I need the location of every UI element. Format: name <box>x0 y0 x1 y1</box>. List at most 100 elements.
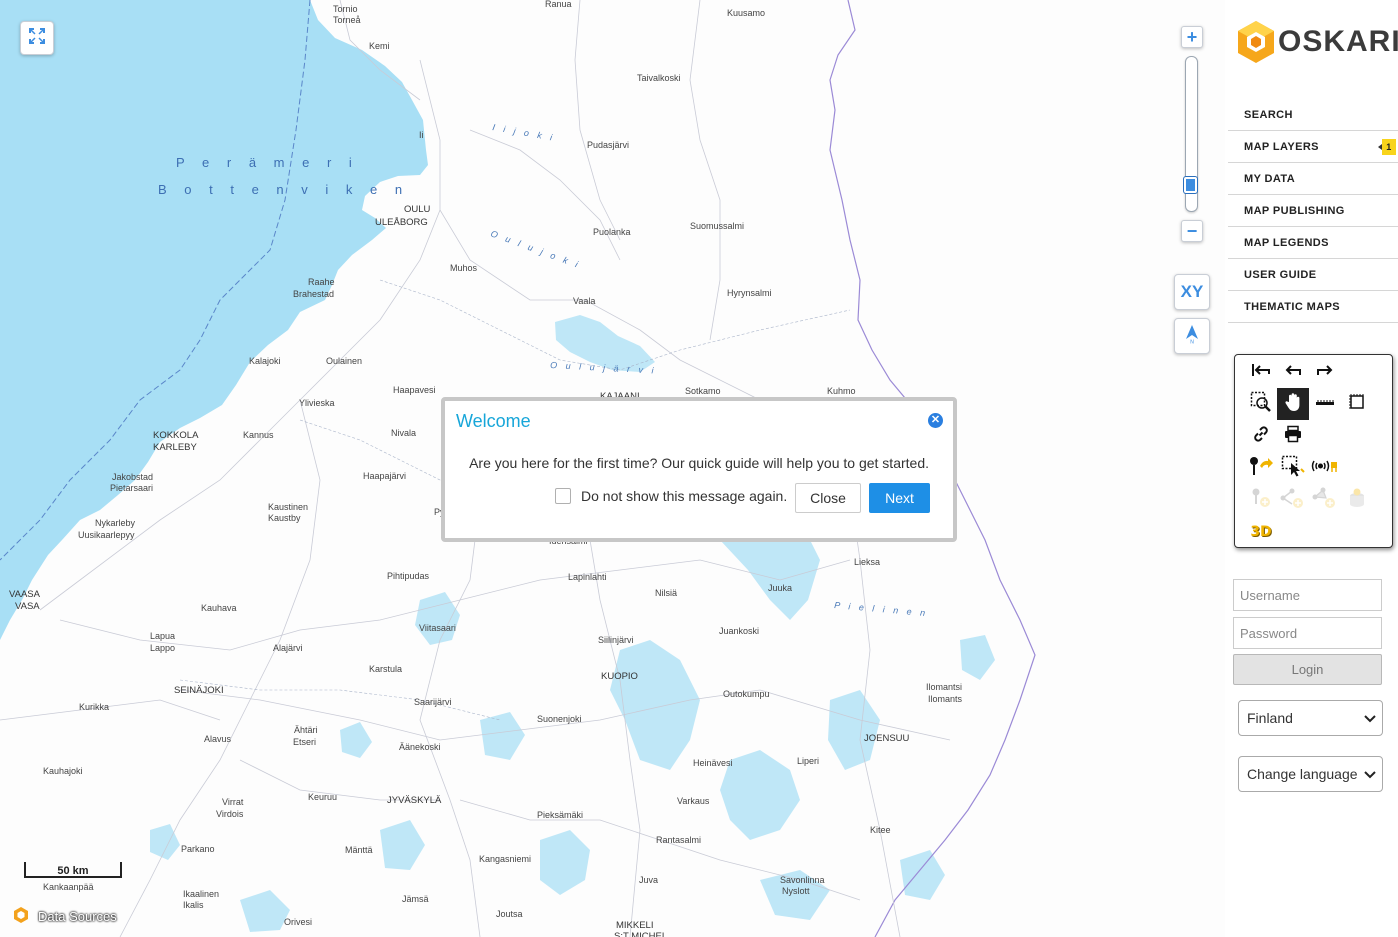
place-label: Sotkamo <box>685 386 721 396</box>
signal-icon <box>1311 458 1339 479</box>
link-button[interactable] <box>1245 420 1277 452</box>
menu-item-user-guide[interactable]: USER GUIDE <box>1228 259 1398 291</box>
place-label: KARLEBY <box>153 442 197 453</box>
place-label: Torneå <box>333 15 361 25</box>
place-label: Kauhajoki <box>43 766 83 776</box>
measure-line-button[interactable] <box>1309 388 1341 420</box>
place-label: Rantasalmi <box>656 835 701 845</box>
place-label: SEINÄJOKI <box>174 685 224 696</box>
place-label: Taivalkoski <box>637 73 681 83</box>
logo-text: OSKARI <box>1278 25 1398 58</box>
menu-item-map-layers[interactable]: MAP LAYERS 1 <box>1228 131 1398 163</box>
database-icon <box>1347 488 1367 513</box>
add-point-button[interactable] <box>1245 484 1277 516</box>
place-label: ULEÅBORG <box>375 217 428 228</box>
fullscreen-button[interactable] <box>20 21 54 55</box>
place-label: Ilomants <box>928 694 963 704</box>
menu-item-thematic-maps[interactable]: THEMATIC MAPS <box>1228 291 1398 323</box>
sea-label: P e r ä m e r i <box>176 155 359 170</box>
place-label: Kauhava <box>201 603 237 613</box>
signal-button[interactable] <box>1309 452 1341 484</box>
dialog-title: Welcome <box>456 411 531 431</box>
zoom-slider-handle[interactable] <box>1184 177 1197 193</box>
main-menu: SEARCH MAP LAYERS 1 MY DATA MAP PUBLISHIN… <box>1228 99 1398 323</box>
place-label: Nykarleby <box>95 518 136 528</box>
place-label: Jakobstad <box>112 472 153 482</box>
place-label: Nivala <box>391 428 416 438</box>
place-label: Kuusamo <box>727 8 765 18</box>
place-label: Lappo <box>150 643 175 653</box>
reset-view-button[interactable] <box>1245 356 1277 388</box>
svg-text:N: N <box>1190 339 1194 344</box>
place-label: Liperi <box>797 756 819 766</box>
measure-area-button[interactable] <box>1341 388 1373 420</box>
add-area-button[interactable] <box>1309 484 1341 516</box>
menu-item-my-data[interactable]: MY DATA <box>1228 163 1398 195</box>
fullscreen-icon <box>28 27 46 50</box>
menu-item-label: MAP LAYERS <box>1244 141 1319 153</box>
login-button[interactable]: Login <box>1233 654 1382 685</box>
place-label: Lapinlahti <box>568 572 607 582</box>
dialog-message: Are you here for the first time? Our qui… <box>469 455 929 471</box>
dont-show-checkbox[interactable] <box>555 488 571 504</box>
place-label: JOENSUU <box>864 733 910 744</box>
data-sources-label: Data Sources <box>38 909 117 924</box>
oskari-logo: OSKARI <box>1236 20 1398 64</box>
place-label: Alavus <box>204 734 232 744</box>
place-label: Virdois <box>216 809 244 819</box>
undo-icon <box>1284 362 1302 383</box>
add-area-icon <box>1312 487 1338 514</box>
map-toolbar: 3D <box>1234 354 1393 548</box>
place-label: Saarijärvi <box>414 697 452 707</box>
add-line-button[interactable] <box>1277 484 1309 516</box>
zoom-box-icon <box>1250 391 1272 418</box>
place-label: Hyrynsalmi <box>727 288 772 298</box>
place-label: Etseri <box>293 737 316 747</box>
zoom-in-button[interactable]: + <box>1181 26 1203 48</box>
menu-item-search[interactable]: SEARCH <box>1228 99 1398 131</box>
place-label: Juankoski <box>719 626 759 636</box>
close-button[interactable]: Close <box>795 483 861 513</box>
coordinate-tool-button[interactable]: XY <box>1174 274 1210 310</box>
redo-button[interactable] <box>1309 356 1341 388</box>
place-label: Nyslott <box>782 886 810 896</box>
place-label: Lapua <box>150 631 175 641</box>
password-input[interactable] <box>1233 617 1382 649</box>
place-label: Heinävesi <box>693 758 733 768</box>
data-sources-link[interactable]: Data Sources <box>12 906 117 927</box>
my-location-button[interactable]: N <box>1174 318 1210 354</box>
zoom-out-button[interactable]: − <box>1181 220 1203 242</box>
country-select-value: Finland <box>1247 710 1293 726</box>
minus-icon: − <box>1186 221 1198 241</box>
language-select[interactable]: Change language <box>1238 756 1383 792</box>
place-label: Lieksa <box>854 557 880 567</box>
xy-label: XY <box>1180 282 1204 301</box>
select-features-button[interactable] <box>1277 452 1309 484</box>
print-button[interactable] <box>1277 420 1309 452</box>
place-label: Parkano <box>181 844 215 854</box>
import-data-button[interactable] <box>1341 484 1373 516</box>
place-label: Varkaus <box>677 796 710 806</box>
dont-show-label: Do not show this message again. <box>581 488 788 504</box>
next-button[interactable]: Next <box>869 483 930 513</box>
undo-button[interactable] <box>1277 356 1309 388</box>
scale-bar-label: 50 km <box>57 865 89 877</box>
add-point-icon <box>1250 487 1272 514</box>
place-label: Brahestad <box>293 289 334 299</box>
close-dialog-button[interactable]: ✕ <box>928 413 943 428</box>
place-label: Ikaalinen <box>183 889 219 899</box>
place-label: Keuruu <box>308 792 337 802</box>
pan-button[interactable] <box>1277 388 1309 420</box>
username-input[interactable] <box>1233 579 1382 611</box>
add-line-icon <box>1280 487 1306 514</box>
north-arrow-icon: N <box>1184 324 1200 349</box>
dont-show-again[interactable]: Do not show this message again. <box>555 488 787 504</box>
feature-info-button[interactable] <box>1245 452 1277 484</box>
menu-item-map-legends[interactable]: MAP LEGENDS <box>1228 227 1398 259</box>
zoom-box-button[interactable] <box>1245 388 1277 420</box>
place-label: Alajärvi <box>273 643 303 653</box>
place-label: Ylivieska <box>299 398 335 408</box>
menu-item-map-publishing[interactable]: MAP PUBLISHING <box>1228 195 1398 227</box>
country-select[interactable]: Finland <box>1238 700 1383 736</box>
3d-button[interactable]: 3D <box>1245 516 1277 548</box>
